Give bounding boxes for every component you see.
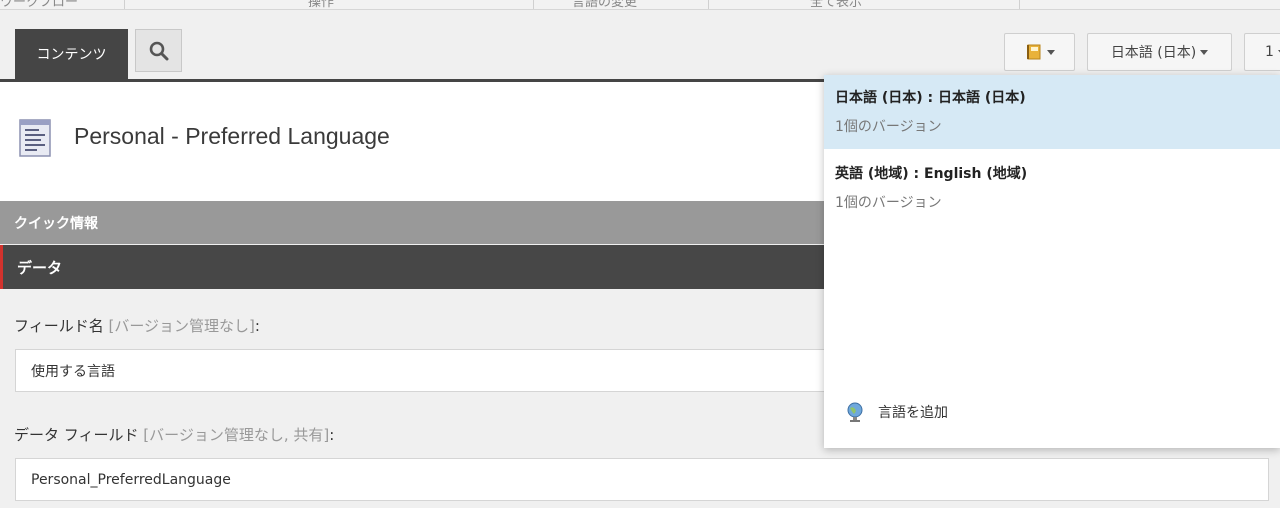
- tab-content[interactable]: コンテンツ: [15, 29, 128, 79]
- language-option-versions: 1個のバージョン: [835, 119, 942, 135]
- add-language-label: 言語を追加: [878, 405, 948, 421]
- language-dropdown: 日本語 (日本) : 日本語 (日本) 1個のバージョン 英語 (地域) : E…: [824, 75, 1280, 448]
- search-tab-button[interactable]: [135, 29, 182, 72]
- language-selector-button[interactable]: 日本語 (日本): [1087, 33, 1232, 71]
- ribbon-item-change-language[interactable]: 言語の変更: [572, 0, 637, 9]
- ribbon-item-show-all[interactable]: 全て表示: [810, 0, 862, 9]
- version-selector-button[interactable]: 1: [1244, 33, 1280, 71]
- versions-menu-button[interactable]: [1004, 33, 1075, 71]
- ribbon-separator: [708, 0, 709, 9]
- language-option-english[interactable]: 英語 (地域) : English (地域) 1個のバージョン: [824, 151, 1280, 225]
- field-name-suffix: :: [254, 317, 260, 335]
- ribbon-separator: [124, 0, 125, 9]
- data-field-label-text: データ フィールド: [14, 426, 139, 444]
- language-option-name: 日本語 (日本) : 日本語 (日本): [835, 90, 1026, 106]
- language-selector-label: 日本語 (日本): [1110, 45, 1197, 61]
- version-selector-label: 1: [1265, 44, 1274, 60]
- chevron-down-icon: [1200, 49, 1209, 55]
- data-field-hint: [バージョン管理なし, 共有]: [143, 426, 330, 444]
- ribbon-separator: [1019, 0, 1020, 9]
- template-icon: [19, 119, 51, 157]
- ribbon-separator: [533, 0, 534, 9]
- globe-add-icon: [847, 402, 863, 422]
- page-title: Personal - Preferred Language: [74, 123, 390, 149]
- ribbon-item-operations[interactable]: 操作: [308, 0, 334, 9]
- field-name-hint: [バージョン管理なし]: [108, 317, 255, 335]
- field-name-label-text: フィールド名: [14, 317, 104, 335]
- ribbon-strip: ワークフロー 操作 言語の変更 全て表示: [0, 0, 1280, 10]
- chevron-down-icon: [1046, 49, 1055, 55]
- notebook-icon: [1026, 44, 1040, 60]
- ribbon-item-workflow[interactable]: ワークフロー: [0, 0, 78, 9]
- language-option-japanese[interactable]: 日本語 (日本) : 日本語 (日本) 1個のバージョン: [824, 75, 1280, 149]
- add-language-button[interactable]: 言語を追加: [846, 402, 948, 422]
- field-name-label: フィールド名 [バージョン管理なし]:: [14, 315, 260, 336]
- data-field-input[interactable]: Personal_PreferredLanguage: [15, 458, 1269, 501]
- language-option-name: 英語 (地域) : English (地域): [835, 166, 1028, 182]
- search-icon: [149, 41, 168, 60]
- language-option-versions: 1個のバージョン: [835, 195, 942, 211]
- data-field-suffix: :: [329, 426, 335, 444]
- data-field-label: データ フィールド [バージョン管理なし, 共有]:: [14, 424, 334, 445]
